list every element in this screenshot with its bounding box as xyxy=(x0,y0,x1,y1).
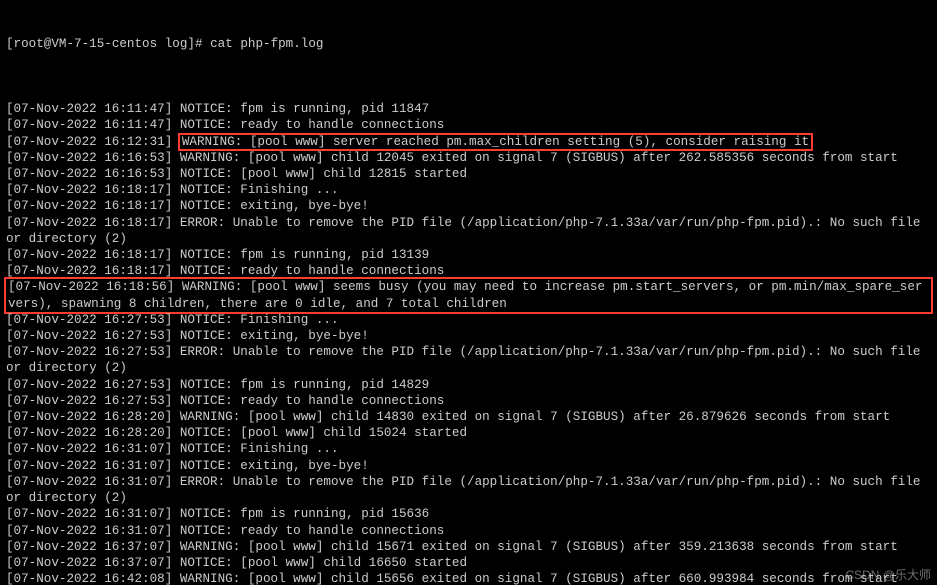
prompt-prefix: [root@ xyxy=(6,37,51,51)
prompt-line: [root@VM-7-15-centos log]# cat php-fpm.l… xyxy=(6,36,931,52)
terminal[interactable]: [root@VM-7-15-centos log]# cat php-fpm.l… xyxy=(0,0,937,585)
log-line: [07-Nov-2022 16:18:17] NOTICE: exiting, … xyxy=(6,198,931,214)
highlight-box: WARNING: [pool www] server reached pm.ma… xyxy=(178,133,813,151)
log-line: [07-Nov-2022 16:37:07] NOTICE: [pool www… xyxy=(6,555,931,571)
log-line: [07-Nov-2022 16:11:47] NOTICE: fpm is ru… xyxy=(6,101,931,117)
log-line: [07-Nov-2022 16:37:07] WARNING: [pool ww… xyxy=(6,539,931,555)
watermark: CSDN @乐大师 xyxy=(845,567,931,583)
log-line: [07-Nov-2022 16:18:56] WARNING: [pool ww… xyxy=(6,279,931,311)
command-text: cat php-fpm.log xyxy=(210,37,323,51)
log-line: [07-Nov-2022 16:31:07] NOTICE: Finishing… xyxy=(6,441,931,457)
log-line: [07-Nov-2022 16:18:17] NOTICE: fpm is ru… xyxy=(6,247,931,263)
log-line: [07-Nov-2022 16:18:17] ERROR: Unable to … xyxy=(6,215,931,247)
log-line: [07-Nov-2022 16:27:53] NOTICE: Finishing… xyxy=(6,312,931,328)
log-line: [07-Nov-2022 16:16:53] NOTICE: [pool www… xyxy=(6,166,931,182)
log-line: [07-Nov-2022 16:12:31] WARNING: [pool ww… xyxy=(6,134,931,150)
log-line: [07-Nov-2022 16:16:53] WARNING: [pool ww… xyxy=(6,150,931,166)
log-line: [07-Nov-2022 16:31:07] NOTICE: ready to … xyxy=(6,523,931,539)
log-line: [07-Nov-2022 16:31:07] NOTICE: exiting, … xyxy=(6,458,931,474)
log-line: [07-Nov-2022 16:27:53] NOTICE: fpm is ru… xyxy=(6,377,931,393)
log-line: [07-Nov-2022 16:28:20] NOTICE: [pool www… xyxy=(6,425,931,441)
log-output: [07-Nov-2022 16:11:47] NOTICE: fpm is ru… xyxy=(6,101,931,585)
log-line: [07-Nov-2022 16:11:47] NOTICE: ready to … xyxy=(6,117,931,133)
log-line: [07-Nov-2022 16:18:17] NOTICE: Finishing… xyxy=(6,182,931,198)
log-line: [07-Nov-2022 16:31:07] NOTICE: fpm is ru… xyxy=(6,506,931,522)
log-line: [07-Nov-2022 16:42:08] WARNING: [pool ww… xyxy=(6,571,931,585)
log-line: [07-Nov-2022 16:31:07] ERROR: Unable to … xyxy=(6,474,931,506)
log-line: [07-Nov-2022 16:28:20] WARNING: [pool ww… xyxy=(6,409,931,425)
log-line: [07-Nov-2022 16:27:53] ERROR: Unable to … xyxy=(6,344,931,376)
prompt-host: VM-7-15-centos xyxy=(51,37,157,51)
log-line: [07-Nov-2022 16:27:53] NOTICE: exiting, … xyxy=(6,328,931,344)
prompt-cwd: log xyxy=(165,37,188,51)
highlight-box: [07-Nov-2022 16:18:56] WARNING: [pool ww… xyxy=(4,277,933,313)
log-line: [07-Nov-2022 16:27:53] NOTICE: ready to … xyxy=(6,393,931,409)
